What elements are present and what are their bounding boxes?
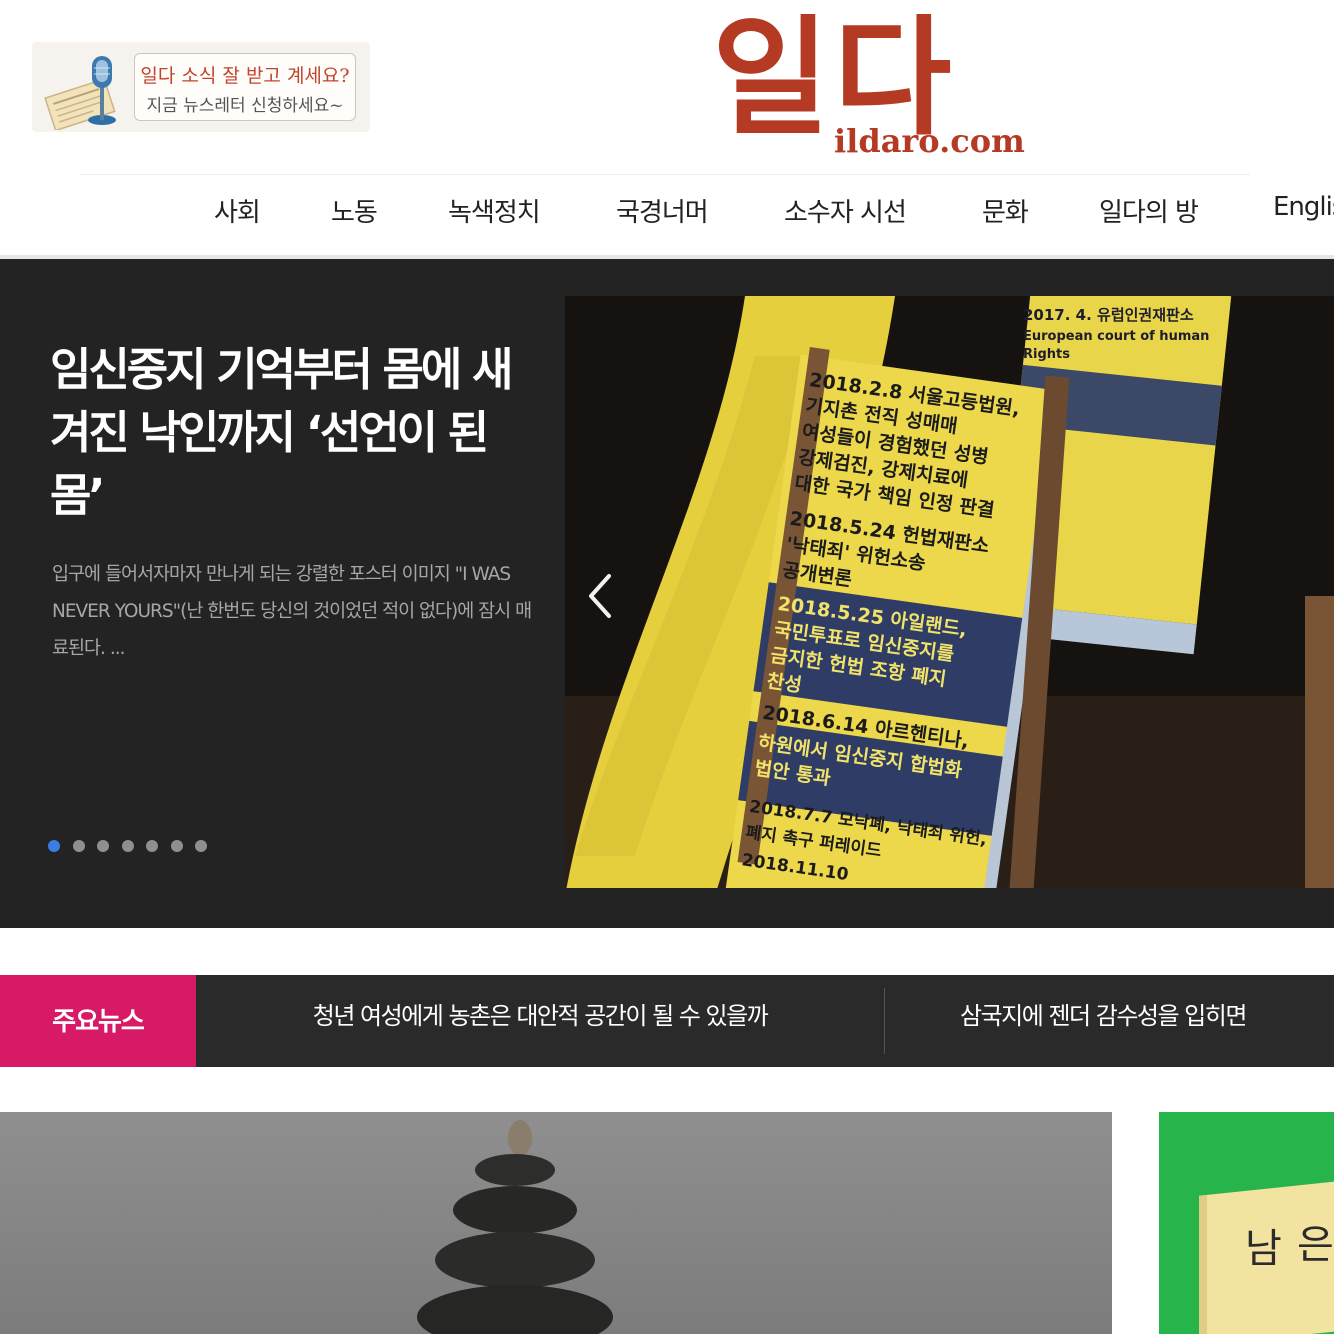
nav-item-minority-view[interactable]: 소수자 시선 [784,192,907,229]
hero-title[interactable]: 임신중지 기억부터 몸에 새겨진 낙인까지 ‘선언이 된 몸’ [50,338,540,527]
chevron-left-icon[interactable] [583,570,617,622]
headline-divider [884,988,885,1054]
main-news-headline[interactable]: 삼국지에 젠더 감수성을 입히면 [960,996,1334,1031]
nav-item-society[interactable]: 사회 [214,192,261,229]
nav-item-english[interactable]: English [1273,192,1334,222]
hero-summary[interactable]: 입구에 들어서자마자 만나게 되는 강렬한 포스터 이미지 "I WAS NEV… [52,556,532,667]
slider-dot[interactable] [195,840,207,852]
newsletter-cta[interactable]: 지금 뉴스레터 신청하세요~ [135,91,355,116]
site-domain[interactable]: ildaro.com [834,122,1025,160]
slider-dot[interactable] [97,840,109,852]
nav-item-culture[interactable]: 문화 [982,192,1029,229]
nav-item-green-politics[interactable]: 녹색정치 [448,192,541,229]
book-cover-image: 남 은 [1199,1180,1334,1334]
main-news-headline[interactable]: 청년 여성에게 농촌은 대안적 공간이 될 수 있을까 [270,996,810,1031]
slider-dot[interactable] [73,840,85,852]
nav-item-labor[interactable]: 노동 [331,192,378,229]
featured-article-image[interactable] [0,1112,1112,1334]
nav-top-divider [80,174,1250,175]
nav-item-beyond-borders[interactable]: 국경너머 [616,192,709,229]
poster-text: Rights [1023,347,1070,362]
poster-text: 2017. 4. 유럽인권재판소 [1023,306,1194,324]
nav-item-ilda-room[interactable]: 일다의 방 [1099,192,1199,229]
hero-image[interactable]: 2017. 4. 유럽인권재판소 European court of human… [565,296,1334,888]
newsletter-prompt: 일다 소식 잘 받고 계세요? [140,65,350,87]
slider-dot[interactable] [146,840,158,852]
newsletter-signup-box[interactable]: 일다 소식 잘 받고 계세요? 지금 뉴스레터 신청하세요~ [134,53,356,121]
slider-dot[interactable] [171,840,183,852]
slider-dot[interactable] [48,840,60,852]
book-ad-panel[interactable]: 남 은 [1159,1112,1334,1334]
book-title-char: 은 [1297,1222,1334,1268]
poster-text: European court of human [1023,329,1209,344]
microphone-newspaper-icon [44,56,116,130]
main-news-label: 주요뉴스 [52,1007,145,1037]
slider-dot[interactable] [122,840,134,852]
book-title-char: 남 [1245,1226,1282,1272]
